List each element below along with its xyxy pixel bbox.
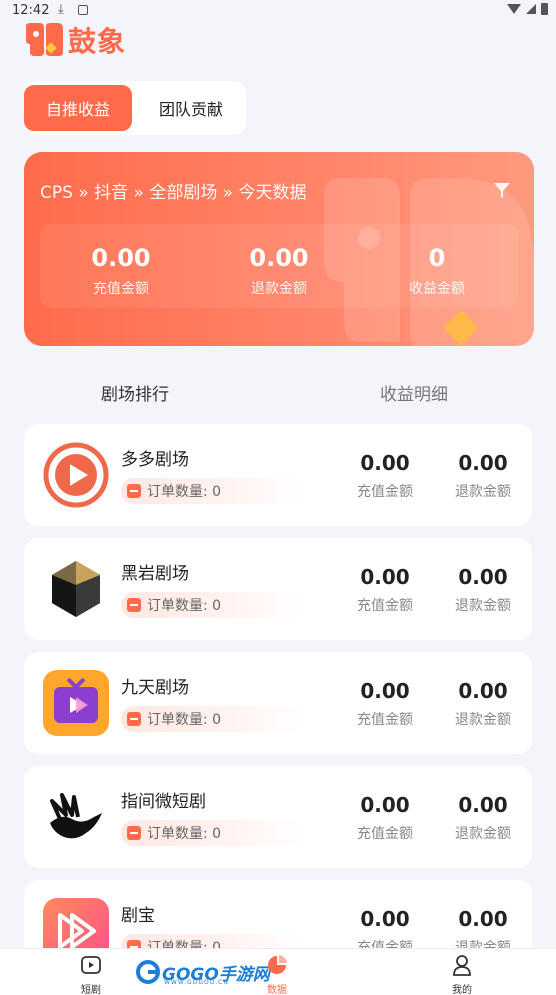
- refund-amount: 0.00 退款金额: [438, 793, 528, 843]
- theater-card[interactable]: 多多剧场 订单数量: 0 0.00 充值金额 0.00 退款金额: [24, 424, 532, 526]
- refund-value: 0.00: [458, 451, 508, 475]
- tab-team-contribution[interactable]: 团队贡献: [136, 85, 246, 131]
- refund-value: 0.00: [458, 679, 508, 703]
- refund-label: 退款金额: [455, 484, 511, 500]
- nav-label: 短剧: [81, 985, 101, 995]
- nav-item-short-drama[interactable]: 短剧: [61, 954, 121, 995]
- theater-name: 九天剧场: [121, 678, 189, 698]
- stat-label: 收益金额: [409, 281, 465, 297]
- tab-theater-ranking[interactable]: 剧场排行: [101, 380, 169, 405]
- refund-value: 0.00: [458, 793, 508, 817]
- refund-label: 退款金额: [455, 826, 511, 842]
- filter-breadcrumb[interactable]: CPS » 抖音 » 全部剧场 » 今天数据: [40, 178, 307, 203]
- stat-recharge: 0.00 充值金额: [56, 244, 186, 298]
- theater-name: 黑岩剧场: [121, 564, 189, 584]
- signal-icon: [526, 4, 536, 14]
- refund-amount: 0.00 退款金额: [438, 451, 528, 501]
- refund-amount: 0.00 退款金额: [438, 679, 528, 729]
- status-indicators: [507, 3, 548, 15]
- diamond-icon: [442, 309, 480, 346]
- stat-earnings: 0 收益金额: [372, 244, 502, 298]
- top-tab-bar: 自推收益 团队贡献: [24, 81, 246, 135]
- filter-icon[interactable]: [492, 180, 512, 200]
- order-count: 订单数量: 0: [147, 484, 222, 500]
- nav-label: 我的: [452, 985, 472, 995]
- tab-self-earnings[interactable]: 自推收益: [24, 85, 132, 131]
- notification-icon: [78, 5, 88, 15]
- battery-icon: [541, 3, 548, 15]
- recharge-label: 充值金额: [357, 484, 413, 500]
- stat-label: 充值金额: [93, 281, 149, 297]
- status-bar: 12:42 ⤓: [0, 0, 556, 22]
- order-count-badge: 订单数量: 0: [121, 478, 307, 504]
- recharge-amount: 0.00 充值金额: [340, 451, 430, 501]
- stat-value: 0.00: [91, 244, 151, 272]
- refund-label: 退款金额: [455, 712, 511, 728]
- tab-earnings-detail[interactable]: 收益明细: [380, 380, 448, 405]
- video-icon: [81, 956, 101, 974]
- theater-card[interactable]: 指间微短剧 订单数量: 0 0.00 充值金额 0.00 退款金额: [24, 766, 532, 868]
- nav-label: 数据: [267, 985, 287, 995]
- order-count: 订单数量: 0: [147, 712, 222, 728]
- theater-name: 剧宝: [121, 906, 155, 926]
- order-icon: [127, 598, 141, 612]
- order-icon: [127, 712, 141, 726]
- download-icon: ⤓: [58, 2, 64, 17]
- order-icon: [127, 484, 141, 498]
- bottom-nav: 短剧 GOGO手游网 WWW.GOGOO.CN 数据 我的: [0, 948, 556, 995]
- recharge-value: 0.00: [360, 793, 410, 817]
- stat-refund: 0.00 退款金额: [214, 244, 344, 298]
- theater-card[interactable]: 黑岩剧场 订单数量: 0 0.00 充值金额 0.00 退款金额: [24, 538, 532, 640]
- wifi-icon: [507, 4, 521, 14]
- stat-value: 0.00: [249, 244, 309, 272]
- recharge-value: 0.00: [360, 679, 410, 703]
- theater-card[interactable]: 九天剧场 订单数量: 0 0.00 充值金额 0.00 退款金额: [24, 652, 532, 754]
- recharge-label: 充值金额: [357, 826, 413, 842]
- pie-chart-icon: [268, 955, 287, 974]
- order-count-badge: 订单数量: 0: [121, 706, 307, 732]
- nav-item-mine[interactable]: 我的: [432, 954, 492, 995]
- refund-value: 0.00: [458, 907, 508, 931]
- gogo-logo-icon: [136, 960, 160, 984]
- refund-value: 0.00: [458, 565, 508, 589]
- recharge-amount: 0.00 充值金额: [340, 565, 430, 615]
- stat-value: 0: [428, 244, 446, 272]
- nav-item-data[interactable]: 数据: [247, 954, 307, 995]
- recharge-amount: 0.00 充值金额: [340, 679, 430, 729]
- section-tabs: 剧场排行 收益明细: [0, 372, 556, 412]
- order-count: 订单数量: 0: [147, 598, 222, 614]
- recharge-label: 充值金额: [357, 712, 413, 728]
- refund-amount: 0.00 退款金额: [438, 565, 528, 615]
- theater-name: 多多剧场: [121, 450, 189, 470]
- elephant-logo-icon: [26, 23, 63, 56]
- stat-label: 退款金额: [251, 281, 307, 297]
- logo-text: 鼓象: [68, 25, 127, 58]
- recharge-label: 充值金额: [357, 598, 413, 614]
- theater-name: 指间微短剧: [121, 792, 206, 812]
- app-logo: 鼓象: [22, 22, 126, 58]
- order-count-badge: 订单数量: 0: [121, 592, 307, 618]
- order-icon: [127, 826, 141, 840]
- summary-card: CPS » 抖音 » 全部剧场 » 今天数据 0.00 充值金额 0.00 退款…: [24, 152, 534, 346]
- recharge-value: 0.00: [360, 451, 410, 475]
- recharge-value: 0.00: [360, 907, 410, 931]
- watermark-subtext: WWW.GOGOO.CN: [164, 979, 229, 986]
- refund-label: 退款金额: [455, 598, 511, 614]
- order-count-badge: 订单数量: 0: [121, 820, 307, 846]
- jiutian-theater-icon: [43, 670, 109, 736]
- user-icon: [453, 955, 471, 976]
- stats-panel: 0.00 充值金额 0.00 退款金额 0 收益金额: [40, 224, 518, 308]
- status-time: 12:42: [12, 3, 50, 18]
- order-count: 订单数量: 0: [147, 826, 222, 842]
- recharge-value: 0.00: [360, 565, 410, 589]
- zhijian-theater-icon: [50, 793, 102, 839]
- duoduo-theater-icon: [43, 442, 109, 508]
- heiyan-theater-icon: [52, 561, 100, 617]
- recharge-amount: 0.00 充值金额: [340, 793, 430, 843]
